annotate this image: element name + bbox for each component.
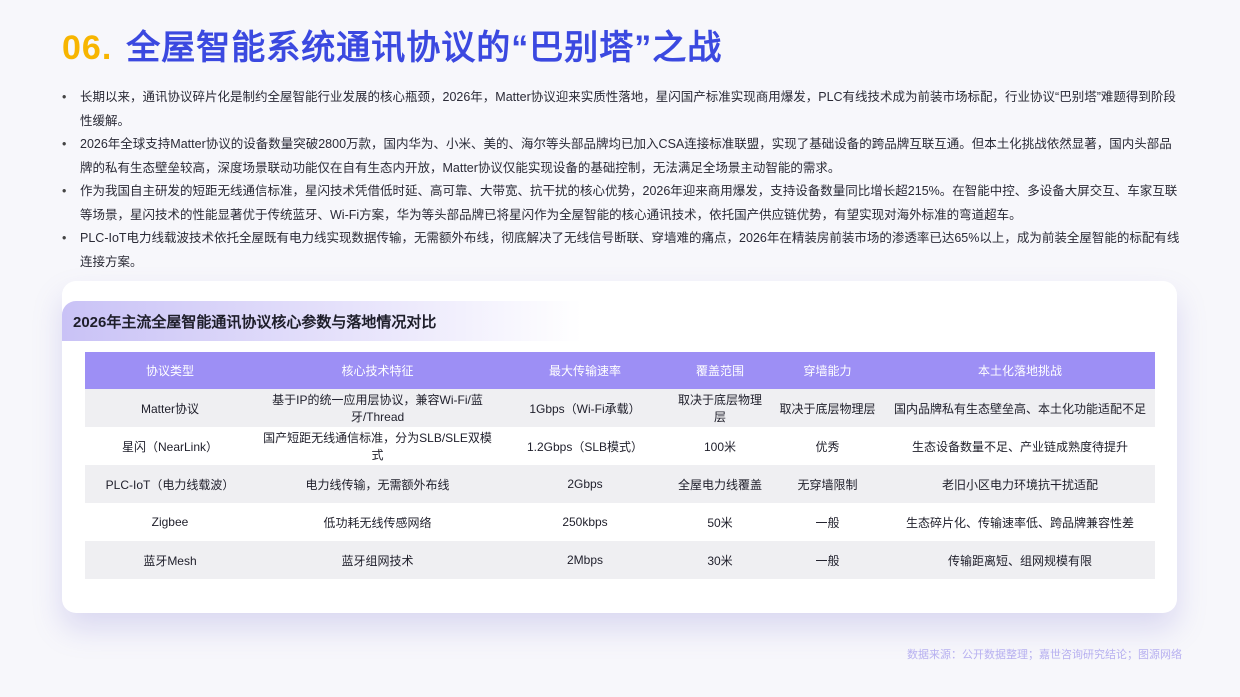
col-header-protocol: 协议类型 [85, 352, 255, 389]
col-header-features: 核心技术特征 [255, 352, 500, 389]
page-title: 06. 全屋智能系统通讯协议的“巴别塔”之战 [62, 20, 722, 69]
table-cell: 蓝牙Mesh [85, 541, 255, 579]
table-cell: 一般 [770, 503, 885, 541]
title-text: 全屋智能系统通讯协议的“巴别塔”之战 [126, 29, 723, 67]
card-title: 2026年主流全屋智能通讯协议核心参数与落地情况对比 [62, 301, 582, 341]
comparison-table: 协议类型 核心技术特征 最大传输速率 覆盖范围 穿墙能力 本土化落地挑战 Mat… [85, 352, 1155, 579]
table-row: Matter协议 基于IP的统一应用层协议，兼容Wi-Fi/蓝牙/Thread … [85, 389, 1155, 427]
table-cell: 1.2Gbps（SLB模式） [500, 427, 670, 465]
table-cell: 老旧小区电力环境抗干扰适配 [885, 465, 1155, 503]
table-cell: 星闪（NearLink） [85, 427, 255, 465]
table-cell: 取决于底层物理层 [770, 389, 885, 427]
table-cell: Matter协议 [85, 389, 255, 427]
table-cell: 无穿墙限制 [770, 465, 885, 503]
col-header-range: 覆盖范围 [670, 352, 770, 389]
table-row: PLC-IoT（电力线载波） 电力线传输，无需额外布线 2Gbps 全屋电力线覆… [85, 465, 1155, 503]
table-cell: 蓝牙组网技术 [255, 541, 500, 579]
col-header-rate: 最大传输速率 [500, 352, 670, 389]
bullet-list: 长期以来，通讯协议碎片化是制约全屋智能行业发展的核心瓶颈，2026年，Matte… [62, 86, 1180, 274]
table-cell: 生态碎片化、传输速率低、跨品牌兼容性差 [885, 503, 1155, 541]
bullet-item: 长期以来，通讯协议碎片化是制约全屋智能行业发展的核心瓶颈，2026年，Matte… [62, 86, 1180, 133]
table-header-row: 协议类型 核心技术特征 最大传输速率 覆盖范围 穿墙能力 本土化落地挑战 [85, 352, 1155, 389]
table-cell: PLC-IoT（电力线载波） [85, 465, 255, 503]
table-cell: 一般 [770, 541, 885, 579]
data-source-note: 数据来源：公开数据整理；嘉世咨询研究结论；图源网络 [907, 649, 1182, 661]
table-cell: 2Mbps [500, 541, 670, 579]
col-header-penetration: 穿墙能力 [770, 352, 885, 389]
table-cell: 低功耗无线传感网络 [255, 503, 500, 541]
table-cell: 2Gbps [500, 465, 670, 503]
table-cell: 取决于底层物理层 [670, 389, 770, 427]
col-header-challenges: 本土化落地挑战 [885, 352, 1155, 389]
table-row: Zigbee 低功耗无线传感网络 250kbps 50米 一般 生态碎片化、传输… [85, 503, 1155, 541]
comparison-card: 2026年主流全屋智能通讯协议核心参数与落地情况对比 协议类型 核心技术特征 最… [62, 281, 1177, 613]
bullet-item: 作为我国自主研发的短距无线通信标准，星闪技术凭借低时延、高可靠、大带宽、抗干扰的… [62, 180, 1180, 227]
table-cell: 1Gbps（Wi-Fi承载） [500, 389, 670, 427]
table-cell: 基于IP的统一应用层协议，兼容Wi-Fi/蓝牙/Thread [255, 389, 500, 427]
table-cell: 生态设备数量不足、产业链成熟度待提升 [885, 427, 1155, 465]
section-number: 06. [62, 29, 113, 67]
bullet-item: 2026年全球支持Matter协议的设备数量突破2800万款，国内华为、小米、美… [62, 133, 1180, 180]
bullet-item: PLC-IoT电力线载波技术依托全屋既有电力线实现数据传输，无需额外布线，彻底解… [62, 227, 1180, 274]
table-cell: 250kbps [500, 503, 670, 541]
table-cell: 50米 [670, 503, 770, 541]
table-cell: 传输距离短、组网规模有限 [885, 541, 1155, 579]
table-cell: 全屋电力线覆盖 [670, 465, 770, 503]
table-cell: 国产短距无线通信标准，分为SLB/SLE双模式 [255, 427, 500, 465]
table-cell: 电力线传输，无需额外布线 [255, 465, 500, 503]
table-row: 星闪（NearLink） 国产短距无线通信标准，分为SLB/SLE双模式 1.2… [85, 427, 1155, 465]
table-row: 蓝牙Mesh 蓝牙组网技术 2Mbps 30米 一般 传输距离短、组网规模有限 [85, 541, 1155, 579]
table-cell: 优秀 [770, 427, 885, 465]
table-cell: 100米 [670, 427, 770, 465]
table-cell: Zigbee [85, 503, 255, 541]
table-cell: 国内品牌私有生态壁垒高、本土化功能适配不足 [885, 389, 1155, 427]
table-cell: 30米 [670, 541, 770, 579]
